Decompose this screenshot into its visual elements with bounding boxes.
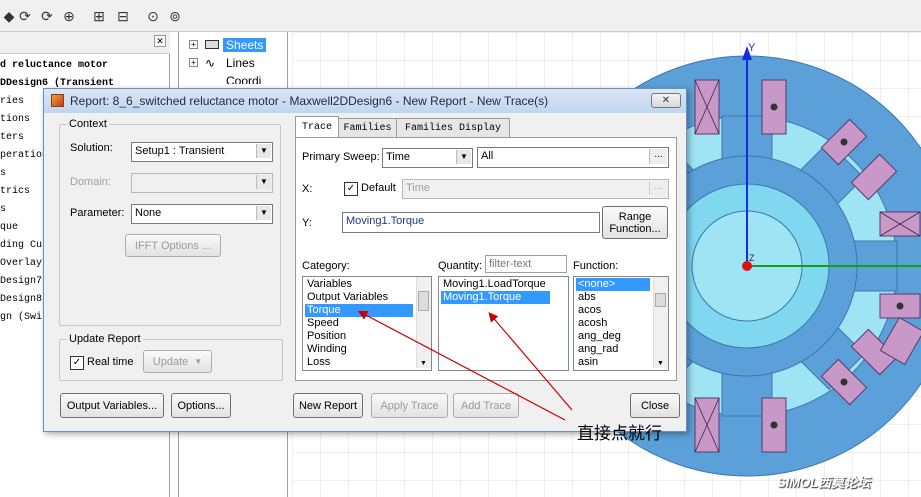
annotation-text: 直接点就行 — [577, 424, 662, 443]
annotation-arrows — [357, 310, 573, 421]
arrow-to-moving-torque — [488, 312, 573, 411]
